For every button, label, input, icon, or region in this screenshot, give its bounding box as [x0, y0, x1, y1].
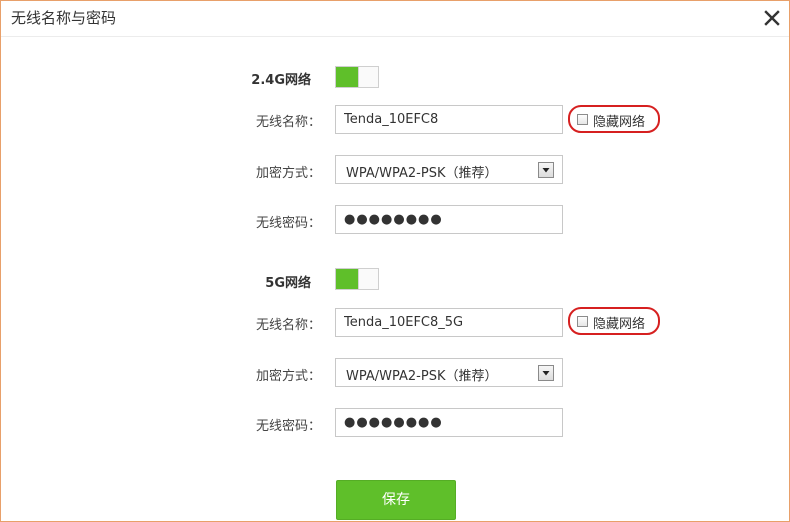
- save-button[interactable]: 保存: [336, 480, 456, 520]
- band-24g-toggle[interactable]: [335, 66, 379, 88]
- password-5g-label: 无线密码：: [255, 419, 321, 434]
- toggle-knob: [358, 269, 378, 289]
- toggle-knob: [358, 67, 378, 87]
- ssid-24g-input[interactable]: [335, 105, 563, 134]
- checkbox-box[interactable]: [577, 114, 588, 125]
- ssid-5g-label: 无线名称：: [255, 318, 321, 333]
- band-24g-label: 2.4G网络: [251, 73, 311, 88]
- hide-network-24g-label: 隐藏网络: [593, 115, 646, 130]
- password-24g-input[interactable]: [335, 205, 563, 234]
- security-5g-value: WPA/WPA2-PSK（推荐）: [346, 369, 498, 384]
- chevron-down-icon[interactable]: [538, 365, 554, 381]
- toggle-on-fill: [336, 67, 358, 87]
- dialog-title: 无线名称与密码: [11, 9, 117, 27]
- password-24g-label: 无线密码：: [255, 216, 321, 231]
- ssid-24g-label: 无线名称：: [255, 115, 321, 130]
- band-5g-toggle[interactable]: [335, 268, 379, 290]
- chevron-down-icon[interactable]: [538, 162, 554, 178]
- security-5g-select[interactable]: WPA/WPA2-PSK（推荐）: [335, 358, 563, 387]
- wireless-settings-dialog: 无线名称与密码 2.4G网络 无线名称： 隐藏网络 加密方式： WPA/WPA2…: [0, 0, 790, 522]
- password-5g-input[interactable]: [335, 408, 563, 437]
- hide-network-5g-label: 隐藏网络: [593, 317, 646, 332]
- security-24g-label: 加密方式：: [255, 166, 321, 181]
- toggle-on-fill: [336, 269, 358, 289]
- band-5g-label: 5G网络: [265, 276, 311, 291]
- checkbox-box[interactable]: [577, 316, 588, 327]
- dialog-titlebar: 无线名称与密码: [1, 1, 789, 37]
- ssid-5g-input[interactable]: [335, 308, 563, 337]
- hide-network-24g-checkbox[interactable]: 隐藏网络: [568, 105, 660, 133]
- close-icon[interactable]: [763, 9, 781, 27]
- security-24g-value: WPA/WPA2-PSK（推荐）: [346, 166, 498, 181]
- security-5g-label: 加密方式：: [255, 369, 321, 384]
- hide-network-5g-checkbox[interactable]: 隐藏网络: [568, 307, 660, 335]
- security-24g-select[interactable]: WPA/WPA2-PSK（推荐）: [335, 155, 563, 184]
